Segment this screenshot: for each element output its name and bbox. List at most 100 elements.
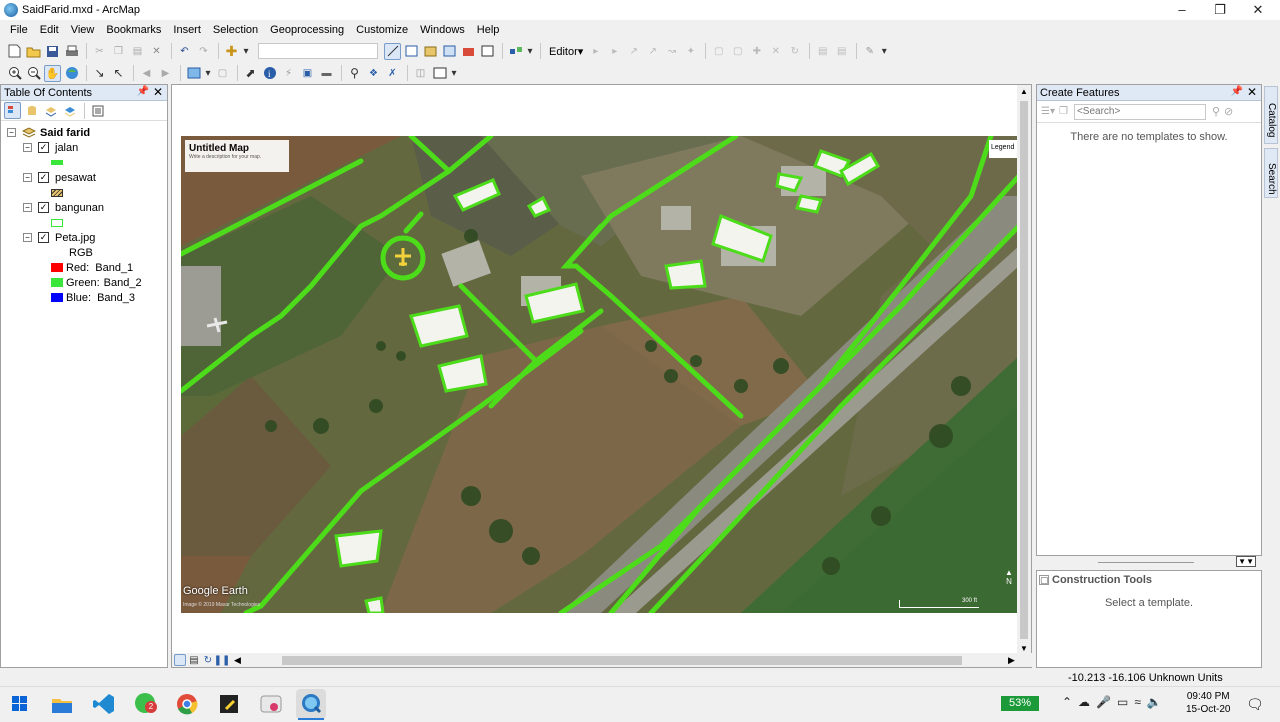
paste-icon[interactable]: ▤ [129,43,146,60]
clock[interactable]: 09:40 PM 15-Oct-20 [1186,690,1230,716]
menu-geoprocessing[interactable]: Geoprocessing [264,24,350,36]
hyperlink-icon[interactable]: ⚡ [280,65,297,82]
arctoolbox-icon[interactable] [460,43,477,60]
find-route-icon[interactable]: ❖ [365,65,382,82]
time-slider-icon[interactable]: ◫ [412,65,429,82]
layer-visibility-checkbox[interactable]: ✓ [38,202,49,213]
horizontal-scroll-thumb[interactable] [282,656,962,665]
layer-row-bangunan[interactable]: − ✓ bangunan [7,200,167,215]
cut-icon[interactable]: ✂ [91,43,108,60]
scroll-up-arrow-icon[interactable]: ▲ [1017,87,1031,96]
menu-help[interactable]: Help [471,24,506,36]
editor-toolbar-icon[interactable] [384,42,401,60]
list-by-drawing-order-icon[interactable] [4,102,21,119]
scroll-thumb[interactable] [1020,101,1028,639]
chevron-down-icon[interactable]: ▾ [242,43,250,60]
reshape-icon[interactable]: ▢ [729,43,746,60]
collapse-icon[interactable]: − [23,203,32,212]
select-features-icon[interactable] [185,65,202,82]
panel-splitter[interactable]: ▼▼ [1038,556,1260,568]
print-icon[interactable] [63,43,80,60]
chevron-down-icon[interactable]: ▾ [880,43,888,60]
polygon-symbol-swatch[interactable] [51,188,63,197]
sketch-properties-icon[interactable]: ▤ [833,43,850,60]
collapse-icon[interactable]: − [23,143,32,152]
save-icon[interactable] [44,43,61,60]
edit-annotation-icon[interactable]: ▸ [606,43,623,60]
split-icon[interactable]: ✕ [767,43,784,60]
measure-icon[interactable]: ▬ [318,65,335,82]
chevron-down-icon[interactable]: ▾ [450,65,458,82]
chevron-down-icon[interactable]: ▾ [204,65,212,82]
polygon-symbol-swatch[interactable] [51,218,63,227]
full-extent-icon[interactable] [63,65,80,82]
menu-windows[interactable]: Windows [414,24,471,36]
whatsapp-icon[interactable]: 2 [133,691,159,717]
map-display[interactable]: Untitled Map Write a description for you… [171,84,1033,668]
templates-icon[interactable]: ❐ [1059,106,1068,117]
map-image[interactable]: Untitled Map Write a description for you… [181,136,1019,613]
menu-insert[interactable]: Insert [167,24,207,36]
layer-row-jalan[interactable]: − ✓ jalan [7,140,167,155]
editor-menu[interactable]: Editor▾ [545,45,587,58]
list-by-visibility-icon[interactable] [42,102,59,119]
zoom-out-icon[interactable] [25,65,42,82]
redo-icon[interactable]: ↷ [195,43,212,60]
copy-icon[interactable]: ❐ [110,43,127,60]
point-icon[interactable]: ✦ [682,43,699,60]
layer-row-peta[interactable]: − ✓ Peta.jpg [7,230,167,245]
list-by-selection-icon[interactable] [61,102,78,119]
catalog-tab[interactable]: Catalog [1264,86,1278,144]
layer-row-pesawat[interactable]: − ✓ pesawat [7,170,167,185]
scroll-left-arrow-icon[interactable]: ◀ [234,655,241,666]
fixed-zoom-in-icon[interactable]: ↘ [91,65,108,82]
pin-icon[interactable]: 📌 [1231,86,1243,97]
toc-window-icon[interactable] [403,43,420,60]
collapse-icon[interactable]: − [23,233,32,242]
attributes-icon[interactable]: ▤ [814,43,831,60]
identify-icon[interactable]: i [261,65,278,82]
red-band-swatch[interactable] [51,263,63,272]
menu-view[interactable]: View [65,24,101,36]
scroll-down-arrow-icon[interactable]: ▼ [1017,644,1031,653]
snipping-tool-icon[interactable] [258,691,284,717]
create-viewer-window-icon[interactable] [431,65,448,82]
sticky-notes-icon[interactable] [216,691,242,717]
menu-customize[interactable]: Customize [350,24,414,36]
arcmap-taskbar-icon[interactable] [296,689,326,720]
search-window-icon[interactable] [441,43,458,60]
data-view-icon[interactable] [174,654,186,666]
map-vertical-scrollbar[interactable]: ▲ ▼ [1017,85,1031,655]
new-document-icon[interactable] [6,43,23,60]
scroll-right-arrow-icon[interactable]: ▶ [1008,655,1015,666]
cut-polygons-icon[interactable]: ✚ [748,43,765,60]
chevron-down-icon[interactable]: ▾ [526,43,534,60]
undo-icon[interactable]: ↶ [176,43,193,60]
zoom-in-icon[interactable] [6,65,23,82]
organize-templates-icon[interactable]: ☰▾ [1041,106,1055,117]
create-features-icon[interactable]: ✎ [861,43,878,60]
file-explorer-icon[interactable] [49,691,75,717]
list-by-source-icon[interactable] [23,102,40,119]
edit-tool-icon[interactable]: ▸ [587,43,604,60]
collapse-icon[interactable]: − [23,173,32,182]
edit-vertices-icon[interactable]: ▢ [710,43,727,60]
straight-segment-icon[interactable]: ↗ [625,43,642,60]
delete-icon[interactable]: ✕ [148,43,165,60]
vscode-icon[interactable] [91,691,117,717]
python-window-icon[interactable] [479,43,496,60]
endpoint-arc-icon[interactable]: ↗ [644,43,661,60]
search-icon[interactable]: ⚲ [1212,105,1220,118]
layer-visibility-checkbox[interactable]: ✓ [38,142,49,153]
toc-options-icon[interactable] [89,102,106,119]
windows-start-icon[interactable] [12,696,28,715]
system-tray-icons[interactable]: ⌃☁🎤▭≈🔈 [1062,695,1168,709]
dataframe-row[interactable]: − Said farid [7,125,167,140]
clear-search-icon[interactable]: ⊘ [1224,105,1233,118]
close-icon[interactable]: ✕ [153,85,163,99]
maximize-button[interactable]: ❐ [1200,0,1240,20]
menu-bookmarks[interactable]: Bookmarks [100,24,167,36]
pin-icon[interactable]: 📌 [137,86,149,97]
close-button[interactable]: ✕ [1238,0,1278,20]
green-band-swatch[interactable] [51,278,63,287]
